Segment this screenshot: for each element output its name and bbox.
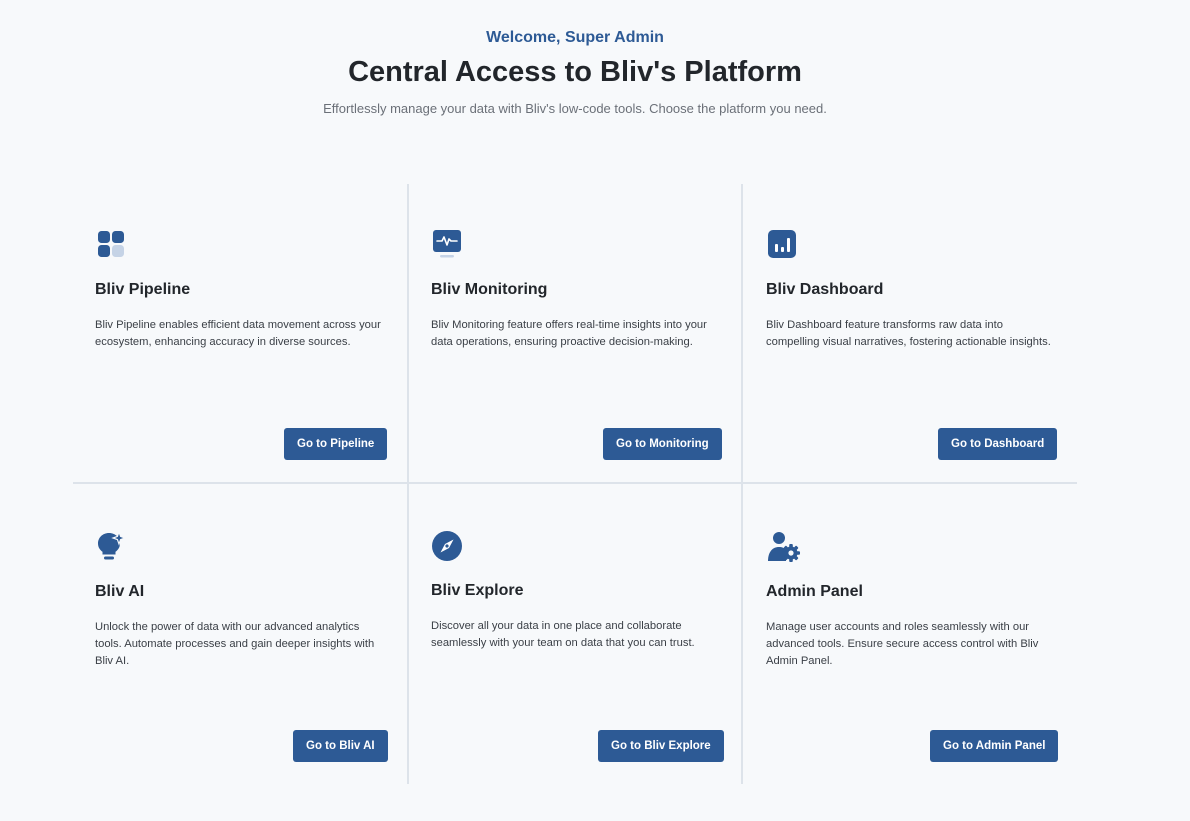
go-to-bliv-ai-button[interactable]: Go to Bliv AI bbox=[293, 730, 388, 762]
lightbulb-sparkle-icon bbox=[95, 530, 127, 562]
go-to-pipeline-button[interactable]: Go to Pipeline bbox=[284, 428, 388, 460]
go-to-admin-panel-button[interactable]: Go to Admin Panel bbox=[930, 730, 1059, 762]
welcome-text: Welcome, Super Admin bbox=[486, 29, 664, 46]
user-gear-icon bbox=[766, 530, 800, 562]
card-pipeline: Bliv Pipeline Bliv Pipeline enables effi… bbox=[95, 184, 388, 484]
card-title: Admin Panel bbox=[766, 583, 863, 600]
card-description: Bliv Monitoring feature offers real-time… bbox=[431, 319, 707, 348]
card-explore: Bliv Explore Discover all your data in o… bbox=[431, 486, 724, 786]
card-description: Bliv Pipeline enables efficient data mov… bbox=[95, 319, 381, 348]
card-description: Bliv Dashboard feature transforms raw da… bbox=[766, 319, 1051, 348]
grid-icon bbox=[95, 228, 127, 260]
card-title: Bliv Pipeline bbox=[95, 281, 191, 298]
platform-grid: Bliv Pipeline Bliv Pipeline enables effi… bbox=[73, 184, 1077, 784]
page-title: Central Access to Bliv's Platform bbox=[348, 56, 802, 88]
go-to-dashboard-button[interactable]: Go to Dashboard bbox=[938, 428, 1058, 460]
go-to-bliv-explore-button[interactable]: Go to Bliv Explore bbox=[598, 730, 724, 762]
card-ai: Bliv AI Unlock the power of data with ou… bbox=[95, 486, 388, 786]
card-monitoring: Bliv Monitoring Bliv Monitoring feature … bbox=[431, 184, 722, 484]
card-title: Bliv Dashboard bbox=[766, 281, 884, 298]
go-to-monitoring-button[interactable]: Go to Monitoring bbox=[603, 428, 722, 460]
card-title: Bliv Monitoring bbox=[431, 281, 548, 298]
bar-chart-icon bbox=[766, 228, 798, 260]
card-description: Manage user accounts and roles seamlessl… bbox=[766, 621, 1039, 667]
card-description: Discover all your data in one place and … bbox=[431, 620, 695, 649]
card-title: Bliv AI bbox=[95, 583, 145, 600]
card-title: Bliv Explore bbox=[431, 582, 524, 599]
page-subtitle: Effortlessly manage your data with Bliv'… bbox=[323, 101, 827, 116]
compass-icon bbox=[431, 530, 463, 562]
monitor-pulse-icon bbox=[431, 228, 463, 260]
card-admin: Admin Panel Manage user accounts and rol… bbox=[766, 486, 1059, 786]
grid-divider bbox=[741, 184, 743, 784]
card-description: Unlock the power of data with our advanc… bbox=[95, 621, 375, 667]
grid-divider bbox=[407, 184, 409, 784]
card-dashboard: Bliv Dashboard Bliv Dashboard feature tr… bbox=[766, 184, 1058, 484]
